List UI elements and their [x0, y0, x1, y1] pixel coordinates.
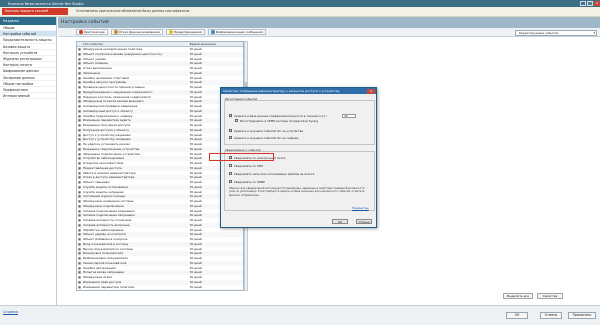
column-header-type[interactable]: Тип события	[82, 42, 189, 46]
chk-store-db[interactable]: ✓	[229, 114, 233, 118]
dialog-ok-button[interactable]: ОК	[332, 219, 348, 224]
chk-sms-label: Уведомлять по SMS	[234, 164, 263, 169]
highlight-box	[209, 153, 274, 161]
ok-button[interactable]: ОК	[506, 312, 528, 319]
filter-bar: Критические Отказ функционирования Предупр…	[58, 28, 600, 37]
page-title: Настройка событий	[58, 17, 600, 28]
chk-snmp-label: Уведомлять по SNMP	[234, 180, 265, 185]
filter-toggle[interactable]: Информационные сообщения	[207, 29, 266, 35]
chk-syslog-label: Регистрировать в СЕРМ-системе посредство…	[240, 119, 318, 124]
event-filter-dropdown[interactable]: Редактируемые события ▾	[515, 29, 597, 36]
dialog-title: Свойства: Сообщение администратору о зак…	[221, 88, 376, 94]
retention-days-spinner[interactable]: 30	[342, 114, 356, 118]
alert-banner[interactable]: Консоль закрыта сессией	[2, 8, 68, 15]
filter-label: Критические	[84, 30, 105, 34]
minimize-icon[interactable]: _	[580, 1, 586, 6]
filter-label: Предупреждения	[173, 30, 202, 34]
column-header-keep[interactable]: Время хранения	[189, 42, 243, 46]
event-name-cell: Настройки обновлены	[82, 289, 189, 290]
dialog-cancel-button[interactable]: Отмена	[356, 219, 372, 224]
event-keep-cell: 30 дней	[189, 289, 243, 290]
dropdown-value: Редактируемые события	[519, 30, 559, 35]
chk-snmp[interactable]	[229, 180, 233, 184]
close-icon[interactable]: ×	[594, 1, 600, 6]
spinner-value: 30	[344, 114, 348, 118]
window-title: Консоль безопасности Secret Net Studio	[8, 1, 84, 6]
sidebar-title: Разделы	[0, 17, 56, 25]
chk-os-journal[interactable]: ✓	[229, 129, 233, 133]
alert-message: Установлены критические обновления базы …	[76, 9, 190, 13]
sidebar: Разделы Общие Настройки событий Продолжите…	[0, 17, 57, 305]
table-row[interactable]: ■Настройки обновлены30 дней	[77, 289, 243, 290]
chk-syslog[interactable]	[235, 119, 239, 123]
status-bar: ОК Отмена Применить	[0, 305, 600, 325]
filter-label: Отказ функционирования	[118, 30, 160, 34]
filter-label: Информационные сообщения	[215, 30, 263, 34]
events-table: Тип события Время хранения ■ Обнаружена н…	[76, 41, 244, 291]
dialog-note: Обычно для уведомлений используются пара…	[229, 187, 365, 197]
title-bar: Консоль безопасности Secret Net Studio _…	[0, 0, 600, 7]
sidebar-item[interactable]: Интерактивный	[0, 93, 56, 100]
dialog-close-icon[interactable]: ×	[367, 88, 375, 94]
severity-icon	[168, 30, 173, 34]
chk-os-journal-label: Хранить в журнале событий ОС на устройст…	[234, 129, 304, 134]
filter-toggle[interactable]: Отказ функционирования	[110, 29, 163, 35]
chk-exec-label: Уведомлять запуском исполняемых файлов н…	[234, 172, 315, 177]
properties-button[interactable]: Свойства	[537, 293, 563, 299]
select-all-button[interactable]: Выделить все	[503, 293, 533, 299]
severity-icon	[113, 30, 118, 34]
chevron-down-icon: ▾	[593, 30, 595, 35]
chk-server-journal-label: Хранить в журнале событий ОС на сервере	[234, 136, 299, 141]
severity-icon	[79, 30, 83, 34]
chk-store-db-label: Хранить в базе данных Сервера безопаснос…	[234, 114, 328, 119]
chk-sms[interactable]	[229, 164, 233, 168]
chk-server-journal[interactable]	[229, 136, 233, 140]
params-link[interactable]: Параметры	[352, 206, 369, 210]
filter-toggle[interactable]: Критические	[76, 29, 108, 35]
apply-button[interactable]: Применить	[568, 312, 596, 319]
severity-icon	[210, 30, 215, 34]
filter-toggle[interactable]: Предупреждения	[165, 29, 205, 35]
chk-exec[interactable]	[229, 172, 233, 176]
maximize-icon[interactable]: □	[587, 1, 593, 6]
cancel-button[interactable]: Отмена	[540, 312, 562, 319]
help-link[interactable]: Справка	[3, 310, 18, 314]
